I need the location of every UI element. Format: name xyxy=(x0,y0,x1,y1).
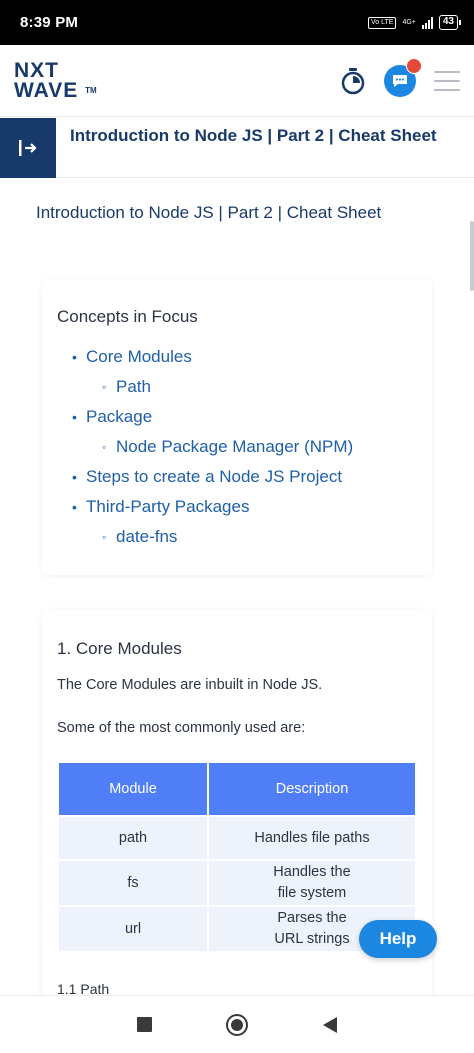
paragraph: The Core Modules are inbuilt in Node JS. xyxy=(57,677,323,693)
chat-icon xyxy=(393,74,407,87)
network-type: 4G+ xyxy=(402,18,416,26)
status-bar: 8:39 PM Vo LTE 4G+ 43 xyxy=(0,0,474,45)
sub-heading: 1.1 Path xyxy=(57,981,110,995)
section-title: 1. Core Modules xyxy=(57,639,182,658)
bullet-icon: • xyxy=(72,469,77,485)
battery-icon: 43 xyxy=(438,15,462,30)
circle-bullet-icon: ◦ xyxy=(102,380,107,394)
system-nav-bar xyxy=(0,995,474,1053)
modules-table: Module Description path Handles file pat… xyxy=(57,761,417,953)
menu-icon[interactable] xyxy=(434,70,460,91)
table-row: path Handles file paths xyxy=(59,817,415,859)
expand-sidebar-icon xyxy=(19,140,37,156)
logo-line2: WAVE TM xyxy=(14,78,97,102)
toc-item-label: Third-Party Packages xyxy=(86,497,250,516)
logo-line2-text: WAVE xyxy=(14,78,79,102)
nxtwave-logo[interactable]: NXT WAVE TM xyxy=(14,58,97,102)
paragraph: Some of the most commonly used are: xyxy=(57,720,306,736)
table-cell: path xyxy=(59,817,207,859)
table-row: fs Handles the file system xyxy=(59,861,415,905)
toc-item-third-party[interactable]: • Third-Party Packages xyxy=(72,492,353,522)
toc-item-label: Core Modules xyxy=(86,347,192,366)
table-cell: Handles file paths xyxy=(209,817,415,859)
toc-item-label: Node Package Manager (NPM) xyxy=(116,437,354,456)
logo-line1: NXT xyxy=(14,58,59,82)
table-cell: url xyxy=(59,907,207,951)
table-cell: Handles the file system xyxy=(209,861,415,905)
concepts-list: • Core Modules ◦ Path • Package ◦ Node Packa… xyxy=(72,342,353,552)
logo-tm: TM xyxy=(85,85,97,95)
header-actions xyxy=(340,57,460,97)
circle-bullet-icon: ◦ xyxy=(102,530,107,544)
toc-item-label: Path xyxy=(116,377,151,396)
back-icon[interactable] xyxy=(322,1016,337,1033)
app-header: NXT WAVE TM xyxy=(0,45,474,117)
page-title: Introduction to Node JS | Part 2 | Cheat… xyxy=(70,126,437,145)
toc-item-core-modules[interactable]: • Core Modules xyxy=(72,342,353,372)
toc-item-label: Steps to create a Node JS Project xyxy=(86,467,343,486)
toc-item-package[interactable]: • Package xyxy=(72,402,353,432)
status-icons: Vo LTE 4G+ 43 xyxy=(367,15,462,30)
timer-icon[interactable] xyxy=(340,67,366,95)
main-content[interactable]: Introduction to Node JS | Part 2 | Cheat… xyxy=(0,179,474,995)
toc-item-steps[interactable]: • Steps to create a Node JS Project xyxy=(72,462,353,492)
help-button[interactable]: Help xyxy=(359,920,437,958)
concepts-card: Concepts in Focus • Core Modules ◦ Path • P… xyxy=(42,279,432,575)
content-heading: Introduction to Node JS | Part 2 | Cheat… xyxy=(36,203,382,222)
status-time: 8:39 PM xyxy=(20,14,79,31)
toc-item-path[interactable]: ◦ Path xyxy=(72,372,353,402)
signal-icon xyxy=(421,16,433,29)
bullet-icon: • xyxy=(72,349,77,365)
table-header-row: Module Description xyxy=(59,763,415,815)
column-header: Module xyxy=(59,763,207,815)
recent-apps-icon[interactable] xyxy=(137,1017,153,1032)
concepts-title: Concepts in Focus xyxy=(57,307,198,326)
toc-item-npm[interactable]: ◦ Node Package Manager (NPM) xyxy=(72,432,353,462)
toc-item-label: date-fns xyxy=(116,527,178,546)
column-header: Description xyxy=(209,763,415,815)
toc-item-label: Package xyxy=(86,407,153,426)
bullet-icon: • xyxy=(72,409,77,425)
toc-item-date-fns[interactable]: ◦ date-fns xyxy=(72,522,353,552)
table-cell: fs xyxy=(59,861,207,905)
scrollbar[interactable] xyxy=(470,221,474,291)
sidebar-toggle-button[interactable] xyxy=(0,118,56,178)
title-bar: Introduction to Node JS | Part 2 | Cheat… xyxy=(0,118,474,178)
notification-dot xyxy=(406,57,422,74)
chat-button[interactable] xyxy=(384,57,422,97)
volte-icon: Vo LTE xyxy=(367,16,397,29)
circle-bullet-icon: ◦ xyxy=(102,440,107,454)
bullet-icon: • xyxy=(72,499,77,515)
home-icon[interactable] xyxy=(226,1013,249,1036)
